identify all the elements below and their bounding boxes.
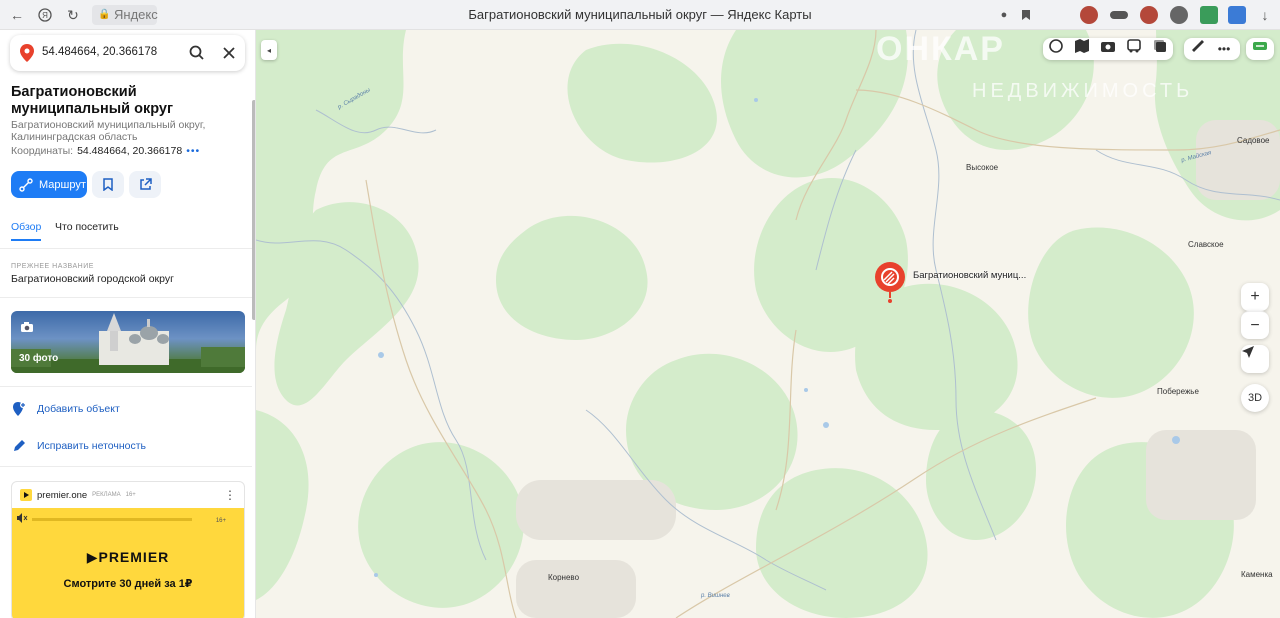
- transport-icon[interactable]: [1126, 38, 1142, 54]
- divider: [0, 386, 252, 387]
- place-subtitle: Багратионовский муниципальный округ, Кал…: [11, 119, 206, 143]
- location-arrow-icon: [1242, 346, 1254, 358]
- ad-tag: РЕКЛАМА: [92, 492, 121, 498]
- coordinates-row: Координаты: 54.484664, 20.366178 •••: [11, 145, 200, 157]
- photos-icon[interactable]: [1100, 38, 1116, 54]
- map-background: [256, 30, 1280, 618]
- place-title: Багратионовский муниципальный округ: [11, 84, 174, 117]
- extension-icon-5[interactable]: [1200, 6, 1218, 24]
- ad-promo-text: Смотрите 30 дней за 1₽: [63, 578, 193, 590]
- close-icon[interactable]: [220, 44, 238, 62]
- divider: [0, 248, 252, 249]
- add-object-label: Добавить объект: [37, 403, 120, 415]
- camera-icon: [21, 322, 33, 332]
- route-button[interactable]: Маршрут: [11, 171, 87, 198]
- extension-icon-6[interactable]: [1228, 6, 1246, 24]
- search-icon[interactable]: [188, 44, 206, 62]
- photo-count: 30 фото: [19, 353, 59, 364]
- pencil-icon: [14, 440, 25, 451]
- share-icon: [139, 178, 152, 190]
- advertisement[interactable]: premier.one РЕКЛАМА 16+ ⋮ 16+ ▶PREMIER С…: [11, 481, 245, 618]
- ad-menu-icon[interactable]: ⋮: [224, 488, 236, 502]
- bookmark-icon[interactable]: [1017, 6, 1035, 24]
- more-tools-icon[interactable]: •••: [1216, 41, 1232, 57]
- zoom-in-button[interactable]: +: [1241, 283, 1269, 311]
- ad-header: premier.one РЕКЛАМА 16+: [12, 482, 244, 508]
- bookmark-icon: [103, 178, 113, 191]
- map-type-icon[interactable]: [1152, 38, 1168, 54]
- map-layers-toolbar: [1043, 38, 1173, 60]
- map-canvas[interactable]: ОНКАР НЕДВИЖИМОСТЬ ◂ ••• + − 3D Багратио…: [256, 30, 1280, 618]
- ad-age-banner: 16+: [215, 518, 226, 524]
- ad-fine-print: [32, 518, 192, 521]
- zoom-out-button[interactable]: −: [1241, 311, 1269, 339]
- map-pin-icon: [20, 44, 34, 62]
- browser-toolbar: ← Я ↻ 🔒 Яндекс Багратионовский муниципал…: [0, 0, 1280, 30]
- 3d-button[interactable]: 3D: [1241, 384, 1269, 412]
- divider: [0, 466, 252, 467]
- traffic-button[interactable]: [1246, 38, 1274, 60]
- route-label: Маршрут: [39, 178, 86, 191]
- map-layers-icon[interactable]: [1074, 38, 1090, 54]
- ad-logo: ▶PREMIER: [86, 549, 170, 565]
- town-label[interactable]: Славское: [1188, 240, 1224, 249]
- place-sidebar: 54.484664, 20.366178 Багратионовский мун…: [0, 30, 256, 618]
- save-button[interactable]: [92, 171, 124, 198]
- search-box[interactable]: 54.484664, 20.366178: [10, 35, 245, 71]
- extension-icon-3[interactable]: [1140, 6, 1158, 24]
- add-place-icon: [13, 402, 26, 416]
- location-icon[interactable]: ●: [995, 6, 1013, 24]
- town-label[interactable]: Высокое: [966, 163, 998, 172]
- downloads-icon[interactable]: ↓: [1256, 6, 1274, 24]
- watermark-bottom: НЕДВИЖИМОСТЬ: [972, 80, 1194, 102]
- add-object-button[interactable]: Добавить объект: [11, 401, 120, 417]
- extension-icon-2[interactable]: [1110, 11, 1128, 19]
- route-icon: [19, 177, 33, 192]
- watermark-top: ОНКАР: [876, 30, 1005, 68]
- ad-advertiser: premier.one: [37, 489, 88, 501]
- my-location-button[interactable]: [1241, 345, 1269, 373]
- extension-icon-1[interactable]: [1080, 6, 1098, 24]
- tab-overview[interactable]: Обзор: [11, 221, 42, 241]
- coordinates-value[interactable]: 54.484664, 20.366178: [77, 145, 182, 157]
- ad-age: 16+: [125, 492, 136, 498]
- town-label[interactable]: Садовое: [1237, 136, 1270, 145]
- town-label[interactable]: Побережье: [1157, 387, 1199, 396]
- play-icon: [20, 489, 32, 501]
- town-label[interactable]: Корнево: [548, 573, 579, 582]
- former-name-value: Багратионовский городской округ: [11, 273, 174, 285]
- share-button[interactable]: [129, 171, 161, 198]
- report-error-button[interactable]: Исправить неточность: [11, 438, 146, 454]
- mute-icon[interactable]: [16, 512, 28, 524]
- river-label: р. Вишнев: [701, 593, 730, 599]
- report-error-label: Исправить неточность: [37, 440, 147, 452]
- traffic-icon: [1253, 42, 1267, 50]
- tab-what-to-visit[interactable]: Что посетить: [55, 221, 119, 233]
- ruler-icon[interactable]: [1190, 38, 1206, 54]
- collapse-sidebar-button[interactable]: ◂: [261, 40, 277, 60]
- map-tools-toolbar: •••: [1184, 38, 1240, 60]
- photo-gallery[interactable]: 30 фото: [11, 311, 245, 373]
- more-icon[interactable]: •••: [186, 145, 200, 157]
- town-label[interactable]: Каменка: [1241, 570, 1273, 579]
- place-label[interactable]: Багратионовский муниц...: [913, 270, 1026, 281]
- search-input[interactable]: 54.484664, 20.366178: [42, 46, 157, 58]
- divider: [0, 297, 252, 298]
- extension-icon-4[interactable]: [1170, 6, 1188, 24]
- ad-banner[interactable]: 16+ ▶PREMIER Смотрите 30 дней за 1₽: [12, 508, 244, 618]
- region-marker-icon: [875, 262, 905, 303]
- panorama-icon[interactable]: [1048, 38, 1064, 54]
- former-name-heading: ПРЕЖНЕЕ НАЗВАНИЕ: [11, 263, 94, 270]
- coordinates-label: Координаты:: [11, 145, 74, 157]
